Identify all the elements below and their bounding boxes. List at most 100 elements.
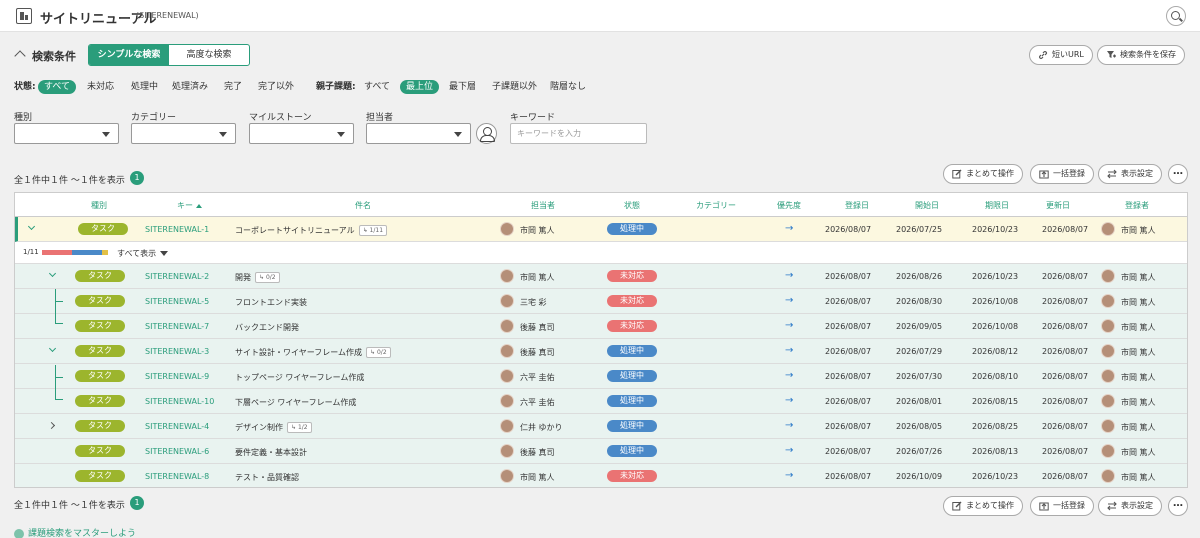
type-select[interactable] [14, 123, 119, 144]
parent-chip-no-hierarchy[interactable]: 階層なし [550, 80, 586, 94]
due-date: 2026/10/23 [972, 225, 1019, 234]
bulk-register-label: 一括登録 [1053, 501, 1085, 510]
search-icon[interactable] [1166, 6, 1186, 26]
table-row[interactable]: タスク SITERENEWAL-6 要件定義・基本設計 後藤 真司 処理中 → 2026/0… [15, 439, 1187, 464]
milestone-select[interactable] [249, 123, 354, 144]
issue-title[interactable]: 要件定義・基本設計 [235, 447, 307, 458]
issue-key-link[interactable]: SITERENEWAL-7 [145, 322, 209, 331]
table-row[interactable]: タスク SITERENEWAL-3 サイト設計・ワイヤーフレーム作成 ↳ 0/2 後藤 … [15, 339, 1187, 364]
assignee-select[interactable] [366, 123, 471, 144]
issue-title[interactable]: サイト設計・ワイヤーフレーム作成 ↳ 0/2 [235, 347, 391, 358]
start-date: 2026/07/30 [896, 372, 943, 381]
status-chip-open[interactable]: 未対応 [87, 80, 114, 94]
chevron-right-icon[interactable] [47, 421, 56, 430]
col-created[interactable]: 登録日 [845, 200, 869, 211]
issue-title[interactable]: コーポレートサイトリニューアル ↳ 1/11 [235, 225, 388, 236]
issue-key-link[interactable]: SITERENEWAL-3 [145, 347, 209, 356]
updated-date: 2026/08/07 [1042, 225, 1089, 234]
more-options-icon[interactable]: … [1168, 164, 1188, 184]
issue-title[interactable]: テスト・品質確認 [235, 472, 299, 483]
issue-title[interactable]: デザイン制作 ↳ 1/2 [235, 422, 312, 433]
col-key[interactable]: キー [177, 200, 202, 211]
parent-chip-top-level[interactable]: 最上位 [400, 80, 440, 94]
short-url-button[interactable]: 短いURL [1029, 45, 1093, 65]
col-updated[interactable]: 更新日 [1046, 200, 1070, 211]
collapse-conditions-icon[interactable] [14, 50, 26, 62]
keyword-input[interactable]: キーワードを入力 [510, 123, 647, 144]
status-chip-in-progress[interactable]: 処理中 [131, 80, 158, 94]
col-registrant[interactable]: 登録者 [1125, 200, 1149, 211]
col-start[interactable]: 開始日 [915, 200, 939, 211]
avatar [500, 222, 514, 236]
table-row[interactable]: タスク SITERENEWAL-5 フロントエンド実装 三宅 彩 未対応 → 2026/08… [15, 289, 1187, 314]
category-select[interactable] [131, 123, 236, 144]
status-badge: 処理中 [607, 420, 657, 432]
col-title[interactable]: 件名 [355, 200, 371, 211]
col-priority[interactable]: 優先度 [777, 200, 801, 211]
show-all-toggle[interactable]: すべて表示 [117, 248, 169, 259]
edit-icon [952, 501, 962, 511]
start-date: 2026/07/29 [896, 347, 943, 356]
display-settings-button[interactable]: 表示設定 [1098, 164, 1162, 184]
col-due[interactable]: 期限日 [985, 200, 1009, 211]
created-date: 2026/08/07 [825, 272, 872, 281]
issue-key-link[interactable]: SITERENEWAL-10 [145, 397, 214, 406]
issue-key-link[interactable]: SITERENEWAL-5 [145, 297, 209, 306]
table-row[interactable]: タスク SITERENEWAL-8 テスト・品質確認 市岡 篤人 未対応 → 2026/08… [15, 464, 1187, 487]
display-settings-button-bottom[interactable]: 表示設定 [1098, 496, 1162, 516]
bulk-register-button[interactable]: 一括登録 [1030, 164, 1094, 184]
issue-key-link[interactable]: SITERENEWAL-1 [145, 225, 209, 234]
issue-key-link[interactable]: SITERENEWAL-4 [145, 422, 209, 431]
table-row[interactable]: タスク SITERENEWAL-2 開発 ↳ 0/2 市岡 篤人 未対応 → 2026/08/… [15, 264, 1187, 289]
more-options-icon[interactable]: … [1168, 496, 1188, 516]
table-row[interactable]: タスク SITERENEWAL-9 トップページ ワイヤーフレーム作成 六平 圭佑 処理… [15, 364, 1187, 389]
advanced-search-tab[interactable]: 高度な検索 [169, 45, 249, 65]
avatar [500, 294, 514, 308]
issue-key-link[interactable]: SITERENEWAL-6 [145, 447, 209, 456]
avatar [1101, 444, 1115, 458]
assignee-name: 後藤 真司 [520, 448, 555, 457]
save-conditions-button[interactable]: 検索条件を保存 [1097, 45, 1185, 65]
issue-type-badge: タスク [75, 270, 125, 282]
col-status[interactable]: 状態 [624, 200, 640, 211]
issue-key-link[interactable]: SITERENEWAL-9 [145, 372, 209, 381]
issue-key-link[interactable]: SITERENEWAL-8 [145, 472, 209, 481]
status-chip-not-closed[interactable]: 完了以外 [258, 80, 294, 94]
edit-icon [952, 169, 962, 179]
parent-chip-not-child[interactable]: 子課題以外 [492, 80, 537, 94]
assign-myself-icon[interactable] [476, 123, 497, 144]
col-assignee[interactable]: 担当者 [531, 200, 555, 211]
issue-title[interactable]: 開発 ↳ 0/2 [235, 272, 280, 283]
col-type[interactable]: 種別 [91, 200, 107, 211]
status-badge: 処理中 [607, 370, 657, 382]
table-row[interactable]: タスク SITERENEWAL-1 コーポレートサイトリニューアル ↳ 1/11 市岡 … [15, 217, 1187, 242]
start-date: 2026/07/26 [896, 447, 943, 456]
issue-title[interactable]: 下層ページ ワイヤーフレーム作成 [235, 397, 356, 408]
simple-search-tab[interactable]: シンプルな検索 [89, 45, 169, 65]
bulk-register-button-bottom[interactable]: 一括登録 [1030, 496, 1094, 516]
chevron-down-icon[interactable] [48, 344, 57, 353]
table-row[interactable]: タスク SITERENEWAL-4 デザイン制作 ↳ 1/2 仁井 ゆかり 処理中 → 202… [15, 414, 1187, 439]
bulk-action-button[interactable]: まとめて操作 [943, 164, 1023, 184]
help-link[interactable]: 課題検索をマスターしよう [14, 526, 136, 538]
status-chip-closed[interactable]: 完了 [224, 80, 242, 94]
col-category[interactable]: カテゴリー [696, 200, 736, 211]
status-chip-resolved[interactable]: 処理済み [172, 80, 208, 94]
issue-title[interactable]: バックエンド開発 [235, 322, 299, 333]
child-count: 1/2 [297, 424, 308, 431]
avatar [1101, 344, 1115, 358]
chevron-down-icon[interactable] [27, 222, 36, 231]
sort-asc-icon [196, 203, 202, 208]
status-chip-all[interactable]: すべて [38, 80, 77, 94]
bulk-action-button-bottom[interactable]: まとめて操作 [943, 496, 1023, 516]
table-row[interactable]: タスク SITERENEWAL-7 バックエンド開発 後藤 真司 未対応 → 2026/08… [15, 314, 1187, 339]
parent-chip-bottom-level[interactable]: 最下層 [449, 80, 476, 94]
progress-open-segment [42, 250, 73, 255]
issue-title[interactable]: フロントエンド実装 [235, 297, 307, 308]
table-row[interactable]: タスク SITERENEWAL-10 下層ページ ワイヤーフレーム作成 六平 圭佑 処理… [15, 389, 1187, 414]
issue-key-link[interactable]: SITERENEWAL-2 [145, 272, 209, 281]
chevron-down-icon[interactable] [48, 269, 57, 278]
issue-type-badge: タスク [75, 345, 125, 357]
parent-chip-all[interactable]: すべて [364, 80, 390, 94]
issue-title[interactable]: トップページ ワイヤーフレーム作成 [235, 372, 364, 383]
